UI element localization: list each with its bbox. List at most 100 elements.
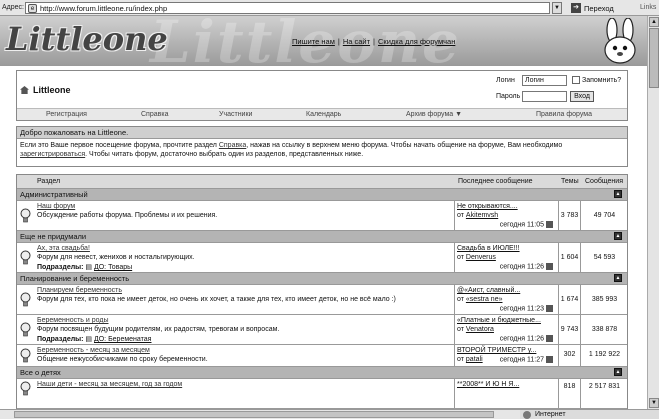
page-viewport: Littleone Littleone Пишите нам | На сайт | С… — [0, 16, 647, 409]
category-title[interactable]: Все о детях — [20, 368, 61, 377]
last-post-author[interactable]: Akitemvsh — [466, 212, 498, 219]
to-site-link[interactable]: На сайт — [343, 37, 370, 46]
forum-description: Форум посвящен будущим родителям, их рад… — [37, 326, 280, 333]
forum-name[interactable]: Планируем беременность — [37, 287, 122, 294]
forum-description: Форум для невест, женихов и ностальгирую… — [37, 254, 195, 261]
collapse-icon[interactable]: ▲ — [614, 190, 622, 198]
col-section: Раздел — [37, 178, 61, 185]
last-post-time: сегодня 11:26 — [499, 263, 544, 271]
site-title[interactable]: Littleone — [20, 85, 71, 95]
last-post-author[interactable]: «sestra ne» — [466, 296, 503, 303]
last-post: ВТОРОЙ ТРИМЕСТР у... от patali сегодня 1… — [454, 345, 557, 366]
remember-checkbox[interactable] — [572, 76, 580, 84]
last-post-title[interactable]: ВТОРОЙ ТРИМЕСТР у... — [457, 347, 536, 354]
password-input[interactable] — [522, 91, 567, 102]
category-title[interactable]: Еще не придумали — [20, 232, 86, 241]
forum-description: Обсуждение работы форума. Проблемы и их … — [37, 212, 218, 219]
messages-count: 1 192 922 — [580, 345, 628, 366]
forum-name[interactable]: Беременность - месяц за месяцем — [37, 347, 150, 354]
last-post-title[interactable]: «Платные и бюджетные... — [457, 317, 541, 324]
nav-archive[interactable]: Архив форума ▼ — [406, 111, 462, 118]
site-logo[interactable]: Littleone — [6, 20, 168, 58]
nav-members[interactable]: Участники — [219, 111, 252, 118]
welcome-box: Добро пожаловать на Littleone. Если это … — [16, 126, 628, 167]
nav-rules[interactable]: Правила форума — [536, 111, 592, 118]
last-post-title[interactable]: Не открываются.... — [457, 203, 518, 210]
url-dropdown-button[interactable]: ▼ — [552, 2, 562, 14]
security-zone-label: Интернет — [535, 411, 566, 418]
category-header: Планирование и беременность ▲ — [17, 273, 627, 285]
goto-last-post-icon[interactable] — [546, 305, 553, 312]
scroll-thumb[interactable] — [649, 28, 659, 88]
messages-count: 54 593 — [580, 243, 628, 272]
goto-last-post-icon[interactable] — [546, 221, 553, 228]
goto-last-post-icon[interactable] — [546, 335, 553, 342]
vertical-scrollbar[interactable]: ▲ ▼ — [647, 16, 659, 409]
last-post-time: сегодня 11:05 — [499, 221, 544, 229]
last-post-title[interactable]: **2008** И Ю Н Я... — [457, 381, 519, 388]
messages-count: 338 878 — [580, 315, 628, 344]
forum-row: Наш форум Обсуждение работы форума. Проб… — [17, 201, 627, 231]
header-box: Littleone Логин Логин Запомнить? Пароль … — [16, 70, 628, 121]
last-post-author[interactable]: Venatora — [466, 326, 494, 333]
last-post-title[interactable]: Свадьба в ИЮЛЕ!!! — [457, 245, 520, 252]
topics-count: 1 604 — [558, 243, 580, 272]
col-last-post: Последнее сообщение — [458, 178, 533, 185]
main-nav: Регистрация Справка Участники Календарь … — [17, 108, 627, 120]
category-title[interactable]: Планирование и беременность — [20, 274, 129, 283]
login-button[interactable]: Вход — [570, 91, 594, 102]
forum-description: Общение нежусобисчиками по сроку беремен… — [37, 356, 208, 363]
horizontal-scrollbar[interactable] — [0, 410, 520, 419]
help-link[interactable]: Справка — [219, 142, 246, 149]
ie-page-icon: e — [28, 3, 37, 13]
write-us-link[interactable]: Пишите нам — [292, 37, 335, 46]
remember-me[interactable]: Запомнить? — [572, 76, 621, 84]
nav-register[interactable]: Регистрация — [46, 111, 87, 118]
collapse-icon[interactable]: ▲ — [614, 232, 622, 240]
register-link[interactable]: зарегистрироваться — [20, 151, 85, 158]
subforum-link[interactable]: ДО: Беременатая — [94, 336, 151, 343]
horizontal-scroll-thumb[interactable] — [14, 411, 494, 418]
forum-row: Ах, эта свадьба! Форум для невест, жених… — [17, 243, 627, 273]
last-post-time: сегодня 11:27 — [499, 356, 544, 364]
login-label: Логин — [496, 77, 515, 84]
col-topics: Темы — [561, 178, 579, 185]
forum-name[interactable]: Наш форум — [37, 203, 75, 210]
messages-count: 385 993 — [580, 285, 628, 314]
category-header: Еще не придумали ▲ — [17, 231, 627, 243]
goto-last-post-icon[interactable] — [546, 356, 553, 363]
category-header: Все о детях ▲ — [17, 367, 627, 379]
discount-link[interactable]: Скидка для форумчан — [378, 37, 455, 46]
collapse-icon[interactable]: ▲ — [614, 274, 622, 282]
last-post: @«Аист, славный... от «sestra ne» сегодн… — [454, 285, 557, 314]
site-title-text: Littleone — [33, 85, 71, 95]
forum-row: Планируем беременность Форум для тех, кт… — [17, 285, 627, 315]
go-label: Переход — [584, 3, 614, 13]
go-arrow-icon: ➔ — [571, 3, 581, 13]
forum-name[interactable]: Ах, эта свадьба! — [37, 245, 90, 252]
last-post-by: от — [457, 296, 464, 303]
go-button[interactable]: ➔ Переход — [571, 2, 614, 14]
collapse-icon[interactable]: ▲ — [614, 368, 622, 376]
welcome-text-3: . Чтобы читать форум, достаточно выбрать… — [85, 151, 364, 158]
topics-count: 9 743 — [558, 315, 580, 344]
nav-help[interactable]: Справка — [141, 111, 168, 118]
login-input[interactable]: Логин — [522, 75, 567, 86]
last-post-author[interactable]: Denverus — [466, 254, 496, 261]
url-text: http://www.forum.littleone.ru/index.php — [40, 3, 168, 13]
last-post-author[interactable]: patali — [466, 356, 483, 363]
forum-name[interactable]: Наши дети - месяц за месяцем, год за год… — [37, 381, 182, 388]
welcome-text-1: Если это Ваше первое посещение форума, п… — [20, 142, 217, 149]
category-title[interactable]: Административный — [20, 190, 88, 199]
site-banner: Littleone Littleone Пишите нам | На сайт | С… — [0, 16, 647, 66]
links-toolbar[interactable]: Links — [640, 4, 656, 11]
subforums-label: Подразделы: — [37, 336, 84, 343]
url-input[interactable]: e http://www.forum.littleone.ru/index.ph… — [25, 2, 550, 14]
goto-last-post-icon[interactable] — [546, 263, 553, 270]
last-post-title[interactable]: @«Аист, славный... — [457, 287, 520, 294]
nav-calendar[interactable]: Календарь — [306, 111, 341, 118]
scroll-down-icon[interactable]: ▼ — [649, 398, 659, 408]
scroll-up-icon[interactable]: ▲ — [649, 17, 659, 27]
forum-name[interactable]: Беременность и роды — [37, 317, 109, 324]
subforum-link[interactable]: ДО: Товары — [94, 264, 132, 271]
